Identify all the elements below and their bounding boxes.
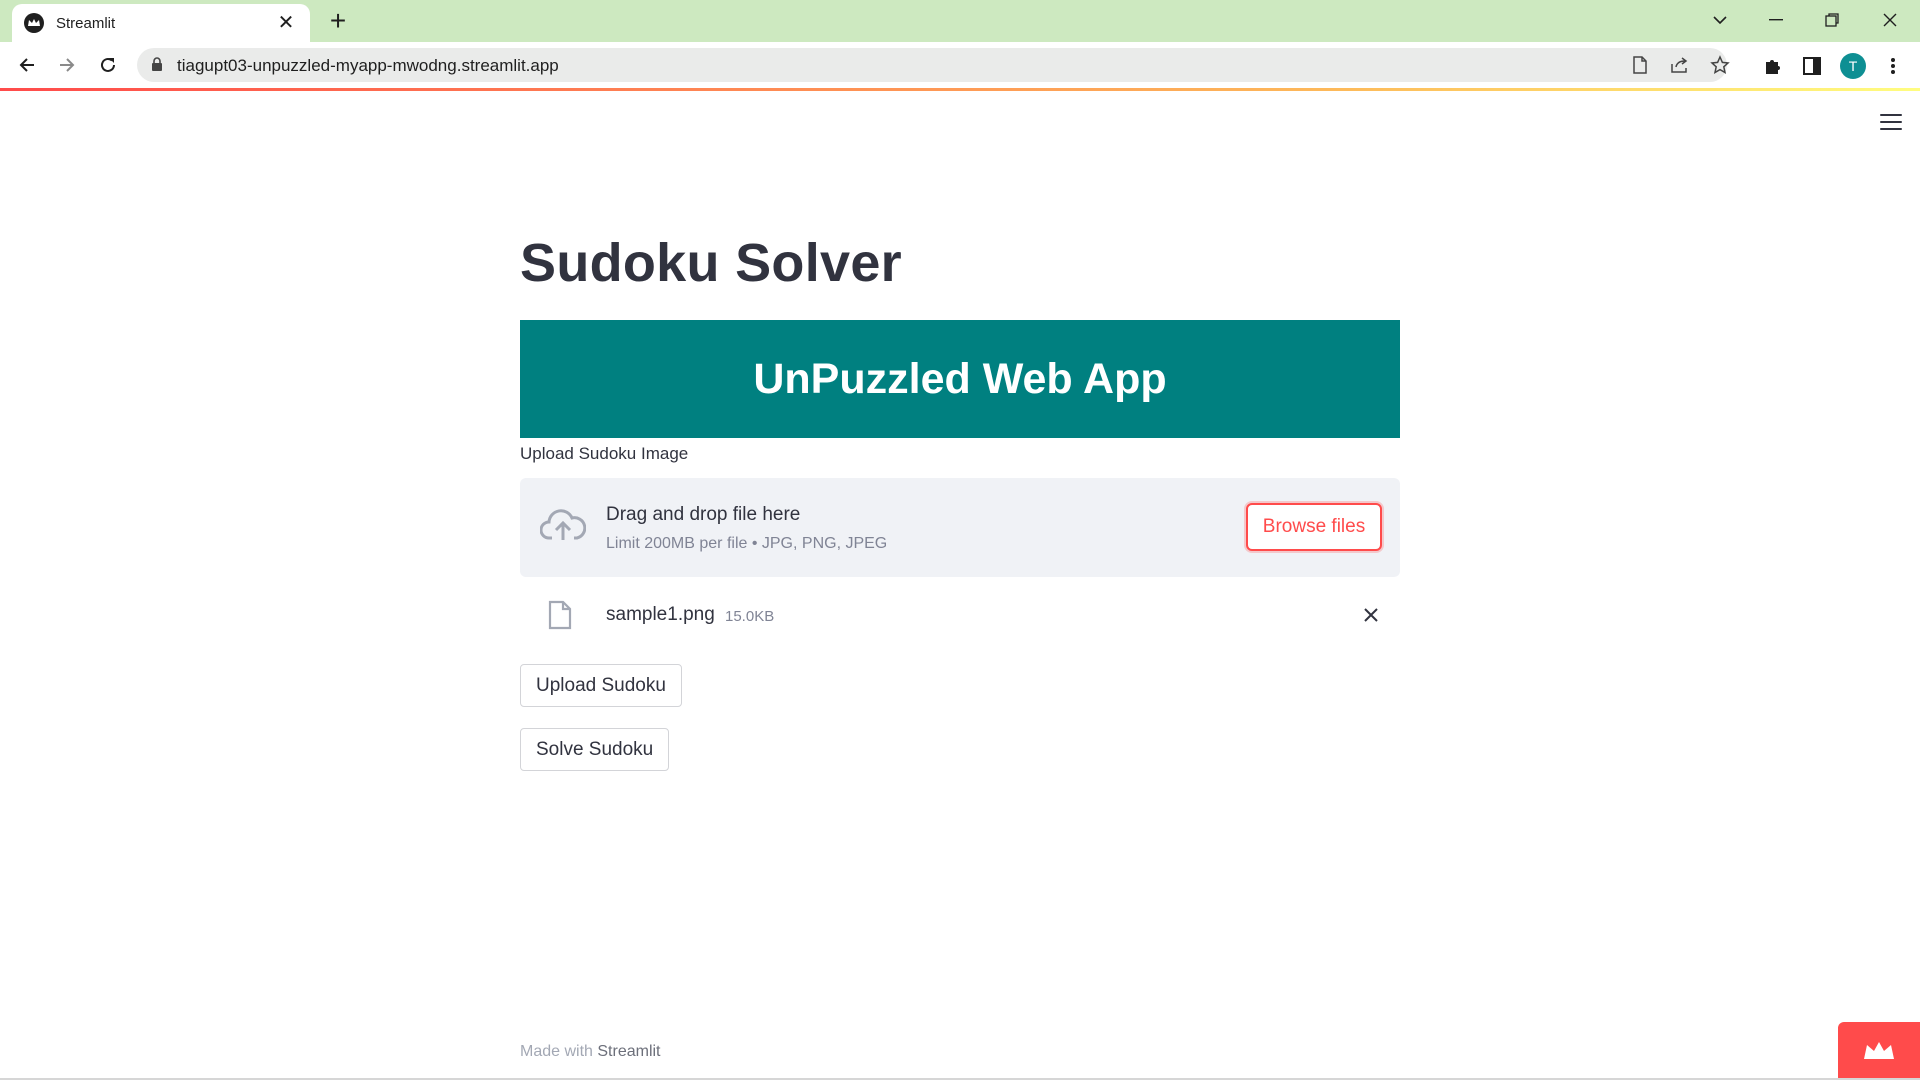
browser-tab[interactable]: Streamlit ✕ <box>12 4 310 42</box>
page-icon[interactable] <box>1629 54 1651 76</box>
file-size: 15.0KB <box>725 608 775 625</box>
dropzone-title: Drag and drop file here <box>606 504 801 525</box>
minimize-icon[interactable] <box>1756 6 1796 34</box>
file-icon <box>548 600 572 635</box>
dropzone-limit: Limit 200MB per file • JPG, PNG, JPEG <box>606 535 888 552</box>
remove-file-icon[interactable] <box>1358 602 1384 628</box>
upload-sudoku-button[interactable]: Upload Sudoku <box>520 664 682 707</box>
file-name: sample1.png <box>606 604 715 625</box>
address-bar[interactable]: tiagupt03-unpuzzled-myapp-mwodng.streaml… <box>137 48 1730 82</box>
cloud-upload-icon <box>539 508 587 549</box>
streamlit-crown-icon[interactable] <box>1838 1022 1920 1080</box>
sidebar-icon[interactable] <box>1799 53 1825 79</box>
window-close-icon[interactable] <box>1870 6 1910 34</box>
url-text[interactable]: tiagupt03-unpuzzled-myapp-mwodng.streaml… <box>177 56 559 76</box>
plus-icon[interactable]: + <box>324 7 352 36</box>
footer: Made with Streamlit <box>520 1043 661 1061</box>
solve-sudoku-button[interactable]: Solve Sudoku <box>520 728 670 771</box>
back-arrow-icon[interactable] <box>12 50 42 80</box>
avatar[interactable]: T <box>1840 53 1866 79</box>
reload-icon[interactable] <box>93 50 123 80</box>
tab-title: Streamlit <box>56 14 116 32</box>
app-banner: UnPuzzled Web App <box>520 320 1400 438</box>
browser-toolbar: tiagupt03-unpuzzled-myapp-mwodng.streaml… <box>0 42 1920 88</box>
streamlit-decoration-bar <box>0 88 1920 91</box>
footer-streamlit-link[interactable]: Streamlit <box>597 1043 660 1060</box>
uploader-label: Upload Sudoku Image <box>520 444 689 463</box>
close-icon[interactable]: ✕ <box>274 11 298 35</box>
star-icon[interactable] <box>1709 54 1731 76</box>
file-dropzone[interactable]: Drag and drop file here Limit 200MB per … <box>520 478 1400 577</box>
share-icon[interactable] <box>1669 54 1691 76</box>
tab-strip: Streamlit ✕ + <box>0 0 1920 42</box>
page-title: Sudoku Solver <box>520 233 902 293</box>
restore-icon[interactable] <box>1812 6 1852 34</box>
kebab-menu-icon[interactable] <box>1880 53 1906 79</box>
hamburger-icon[interactable] <box>1878 110 1904 134</box>
banner-text: UnPuzzled Web App <box>753 354 1167 403</box>
uploaded-file-row: sample1.png 15.0KB <box>520 596 1400 636</box>
browse-files-button[interactable]: Browse files <box>1246 503 1382 551</box>
forward-arrow-icon[interactable] <box>52 50 82 80</box>
footer-prefix: Made with <box>520 1043 593 1060</box>
chevron-down-icon[interactable] <box>1700 6 1740 34</box>
lock-icon[interactable] <box>151 57 163 77</box>
puzzle-icon[interactable] <box>1760 53 1786 79</box>
streamlit-favicon-icon <box>24 13 44 33</box>
